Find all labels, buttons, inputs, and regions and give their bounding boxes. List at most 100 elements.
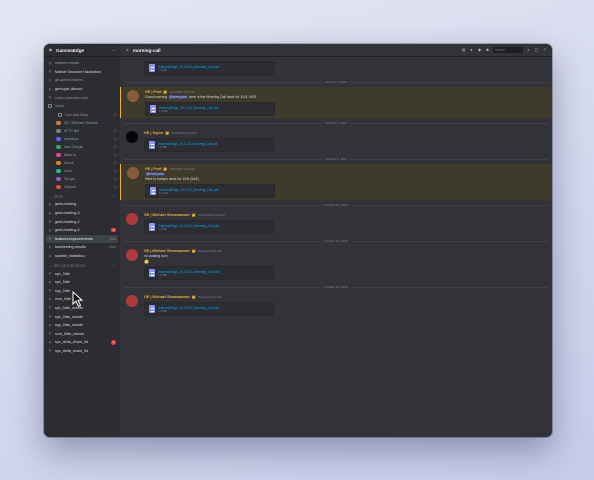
file-attachment[interactable]: GammaEdge_10-3-23_Morning_Call.pdf 1.5 MB [145, 102, 275, 116]
sidebar-item[interactable]: # Market Structure Hackathon [46, 68, 118, 77]
sidebar-channel[interactable]: # gest-charting-4 1 [46, 226, 118, 235]
add-channel-icon[interactable]: + [113, 264, 115, 268]
file-attachment[interactable]: GammaEdge_10-19-23_Morning_Call.pdf 1.3 M… [144, 302, 274, 316]
channel-label: spx_3dte [55, 271, 70, 276]
voice-member[interactable]: dSpook 1 [46, 183, 118, 191]
mention-badge: 1 [111, 340, 116, 345]
sidebar-channel[interactable]: # gest-charting-3 [46, 209, 118, 218]
add-channel-icon[interactable]: + [113, 195, 115, 199]
chevron-down-icon[interactable]: ⌄ [111, 48, 116, 53]
message-author[interactable]: GE | Michael Shamsamani [144, 249, 190, 253]
sidebar-channel[interactable]: # spx_delta_share_0d [46, 347, 118, 356]
file-attachment[interactable]: GammaEdge_10-18-23_Morning_Call.pdf 1.4 M… [144, 61, 274, 75]
message-text-part: here is the Morning Call deck for 10/3, … [188, 95, 257, 99]
bell-icon[interactable]: ● [469, 48, 474, 53]
channel-category[interactable]: ⌄ Edge + [46, 191, 118, 200]
file-attachment[interactable]: GammaEdge_10-4-23_Morning_Call.pdf 1.2 MB [144, 138, 274, 152]
mention-pill[interactable]: @everyone [145, 172, 165, 176]
sidebar-channel[interactable]: # sparkle_statistics-r [46, 252, 118, 261]
channel-category[interactable]: ⌄ spx-ss-statistics + [46, 260, 118, 269]
message-author[interactable]: GE | Fred [145, 90, 161, 94]
message-author[interactable]: GE | Michael Shamsamani [144, 213, 190, 217]
channel-label: spx_0dte_minute [55, 314, 84, 319]
sidebar-channel[interactable]: # gest-charting [46, 200, 118, 209]
sidebar-item[interactable]: # market-mosaic [46, 59, 118, 68]
help-icon[interactable]: ? [542, 48, 547, 53]
message-author[interactable]: GE | Fred [145, 167, 161, 171]
sidebar-channel[interactable]: # spy_0dte_minute [46, 321, 118, 330]
voice-member-name: Max Giorgio [63, 145, 84, 150]
pin-icon[interactable]: ◆ [477, 48, 482, 53]
file-attachment[interactable]: GammaEdge_10-16-23_Morning_Call.pdf 1.3 M… [144, 220, 274, 234]
sidebar-item[interactable]: Voice [46, 102, 118, 111]
members-icon[interactable]: ☻ [485, 48, 490, 53]
voice-member[interactable]: Nurnz 2 [46, 159, 118, 167]
hash-icon: # [48, 86, 52, 92]
hash-icon: # [48, 69, 52, 75]
voice-member[interactable]: ATTP Nel 2 [46, 127, 118, 135]
voice-channel-icon [48, 104, 52, 109]
channel-label: features-improvements [55, 236, 93, 241]
message: GE | Michael Shamsamani 👑 10/16/2023 9:28 … [120, 210, 552, 236]
chat-area: # morning-call ▤ ● ◆ ☻ ⌕ ▢ ? GammaEdge_1… [120, 44, 552, 437]
message-header: GE | Taylor 👑 10/4/2023 9:21 AM [144, 130, 546, 136]
hash-icon: # [48, 348, 52, 354]
sidebar-channel[interactable]: # spx_3dte [46, 269, 118, 278]
sidebar-channel[interactable]: # spx_5dte [46, 278, 118, 287]
voice-member[interactable]: Max Giorgio 2 [46, 143, 118, 151]
date-divider-label: October 16, 2023 [324, 203, 348, 207]
file-attachment[interactable]: GammaEdge_10-5-23_Morning_Call.pdf 1.3 MB [145, 184, 275, 198]
voice-member-name: ATTP Nel [63, 129, 80, 134]
voice-member[interactable]: peelaquo 1 [46, 135, 118, 143]
hash-icon: # [48, 253, 52, 259]
threads-icon[interactable]: ▤ [461, 48, 466, 53]
search-input[interactable] [493, 47, 523, 53]
sidebar-channel[interactable]: # gest-charting-2 [46, 217, 118, 226]
role-badge-icon: 👑 [163, 167, 168, 171]
file-attachment[interactable]: GammaEdge_10-18-23_Morning_Call.pdf 1.3 M… [144, 266, 274, 280]
message-author[interactable]: GE | Taylor [144, 131, 163, 135]
hash-icon: # [48, 219, 52, 225]
inbox-icon[interactable]: ▢ [534, 48, 539, 53]
message: GE | Fred 👑 10/3/2023 9:27 AM Good morning … [120, 87, 552, 118]
emoji-reaction[interactable]: 😬 [144, 259, 546, 264]
forum-channel-icon: # [126, 47, 129, 52]
attachment-size: 1.5 MB [159, 109, 168, 113]
avatar[interactable] [126, 131, 138, 143]
date-divider: October 3, 2023 [124, 79, 548, 85]
avatar[interactable] [127, 167, 139, 179]
sidebar-item[interactable]: # gerhogel-discord [46, 85, 118, 94]
sidebar-channel[interactable]: # spx_delta_share_0d 1 [46, 338, 118, 347]
avatar[interactable] [126, 213, 138, 225]
sidebar-item[interactable]: # ge-active-traders [46, 76, 118, 85]
voice-channel-icon [58, 112, 62, 117]
server-header[interactable]: ◉ GammaEdge ⌄ [44, 44, 120, 57]
sidebar-channel[interactable]: # backtesting-results New [46, 243, 118, 252]
date-divider: October 5, 2023 [124, 156, 548, 162]
file-icon [150, 187, 156, 195]
sidebar-item[interactable]: Live and Slow 2 [46, 111, 118, 120]
mention-pill[interactable]: @everyone [168, 95, 189, 99]
avatar [56, 152, 61, 158]
channel-label: nvm_0dte_minute [55, 331, 85, 336]
voice-member[interactable]: Doze 1 [46, 167, 118, 175]
avatar [56, 160, 61, 166]
file-icon [149, 305, 155, 313]
voice-member[interactable]: Beau is 1 [46, 151, 118, 159]
sidebar-item[interactable]: # voice-channels chat [46, 93, 118, 102]
sidebar-channel[interactable]: # features-improvements New [46, 234, 118, 244]
avatar[interactable] [126, 295, 138, 307]
voice-member[interactable]: GE | Michael Shanks [46, 119, 118, 127]
role-badge-icon: 👑 [191, 249, 196, 253]
role-badge-icon: 👑 [191, 295, 196, 299]
avatar[interactable] [127, 90, 139, 102]
hash-icon: # [48, 314, 52, 320]
sidebar-channel[interactable]: # spx_0dte_minute [46, 312, 118, 321]
sidebar-channel[interactable]: # nvm_0dte_minute [46, 329, 118, 338]
avatar[interactable] [126, 249, 138, 261]
role-badge-icon: 👑 [163, 90, 168, 94]
attachment-size: 1.3 MB [158, 273, 167, 277]
voice-member[interactable]: Ola gin 1 [46, 175, 118, 183]
message-author[interactable]: GE | Michael Shamsamani [144, 295, 190, 299]
message-list: GammaEdge_10-18-23_Morning_Call.pdf 1.4 M… [120, 57, 552, 437]
